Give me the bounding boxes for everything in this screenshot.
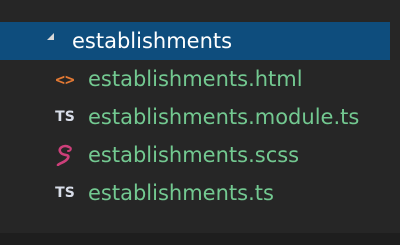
typescript-file-icon: TS xyxy=(55,109,75,125)
panel-bottom-edge xyxy=(0,233,400,245)
scss-file-icon xyxy=(52,136,78,174)
file-item-scss[interactable]: establishments.scss xyxy=(0,136,390,174)
html-file-icon: <> xyxy=(55,69,75,89)
file-label: establishments.ts xyxy=(88,181,274,205)
file-item-module-ts[interactable]: TS establishments.module.ts xyxy=(0,98,390,136)
chevron-down-icon[interactable] xyxy=(47,33,54,40)
file-label: establishments.html xyxy=(88,67,303,91)
file-label: establishments.module.ts xyxy=(88,105,360,129)
file-label: establishments.scss xyxy=(88,143,300,167)
folder-establishments[interactable]: establishments xyxy=(0,22,390,60)
typescript-file-icon: TS xyxy=(55,185,75,201)
file-item-ts[interactable]: TS establishments.ts xyxy=(0,174,390,212)
file-item-html[interactable]: <> establishments.html xyxy=(0,60,390,98)
file-explorer: establishments <> establishments.html TS… xyxy=(0,0,400,245)
folder-label: establishments xyxy=(72,29,233,53)
